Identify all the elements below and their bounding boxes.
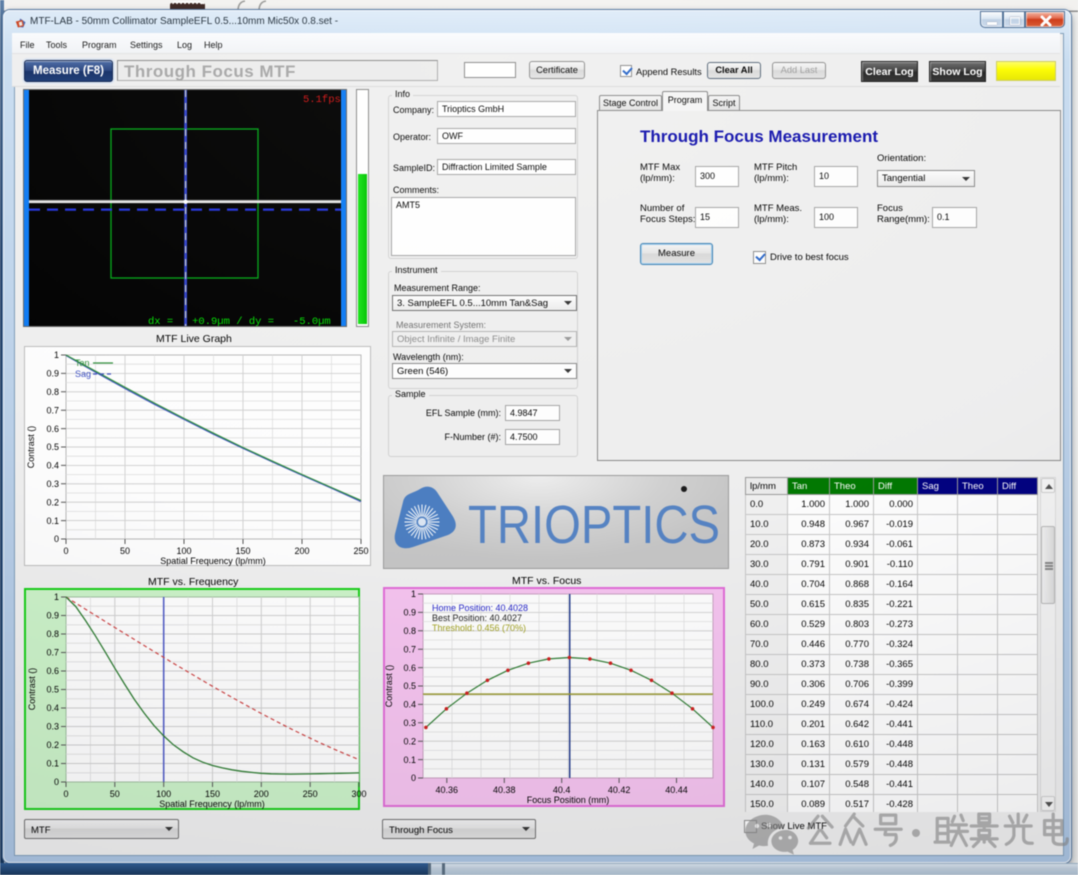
svg-text:0.7: 0.7 bbox=[403, 644, 416, 654]
svg-text:5.1fps: 5.1fps bbox=[303, 94, 341, 106]
svg-text:100: 100 bbox=[176, 546, 191, 556]
svg-text:40.38: 40.38 bbox=[493, 785, 516, 795]
svg-text:Spatial Frequency (lp/mm): Spatial Frequency (lp/mm) bbox=[160, 556, 266, 566]
svg-text:0.3: 0.3 bbox=[403, 718, 416, 728]
svg-text:0.6: 0.6 bbox=[46, 424, 59, 434]
svg-text:0: 0 bbox=[63, 546, 68, 556]
svg-text:Focus Position (mm): Focus Position (mm) bbox=[527, 795, 610, 805]
svg-text:0.3: 0.3 bbox=[46, 479, 59, 489]
svg-text:Sag: Sag bbox=[75, 369, 91, 379]
svg-text:0.5: 0.5 bbox=[46, 442, 59, 452]
svg-text:Spatial Frequency (lp/mm): Spatial Frequency (lp/mm) bbox=[159, 799, 265, 809]
svg-text:0: 0 bbox=[411, 773, 416, 783]
svg-text:50: 50 bbox=[110, 789, 120, 799]
svg-text:200: 200 bbox=[294, 546, 309, 556]
svg-text:250: 250 bbox=[303, 789, 318, 799]
svg-text:0: 0 bbox=[54, 534, 59, 544]
svg-text:dx = +0.9µm / dy = -5.0µm: dx = +0.9µm / dy = -5.0µm bbox=[148, 316, 331, 326]
svg-text:Home Position: 40.4028: Home Position: 40.4028 bbox=[432, 603, 528, 613]
svg-text:0.4: 0.4 bbox=[46, 461, 59, 471]
svg-text:0.8: 0.8 bbox=[46, 629, 59, 639]
svg-text:1: 1 bbox=[54, 592, 59, 602]
svg-text:300: 300 bbox=[351, 789, 366, 799]
svg-text:0.8: 0.8 bbox=[46, 387, 59, 397]
svg-text:Tan: Tan bbox=[75, 358, 90, 368]
svg-text:0.8: 0.8 bbox=[403, 626, 416, 636]
svg-text:40.36: 40.36 bbox=[436, 785, 459, 795]
svg-text:0.1: 0.1 bbox=[46, 516, 59, 526]
svg-text:0.9: 0.9 bbox=[403, 608, 416, 618]
svg-text:0.6: 0.6 bbox=[46, 666, 59, 676]
svg-text:0.6: 0.6 bbox=[403, 663, 416, 673]
svg-text:150: 150 bbox=[235, 546, 250, 556]
svg-text:0.4: 0.4 bbox=[403, 700, 416, 710]
svg-text:1: 1 bbox=[54, 350, 59, 360]
svg-text:Contrast (): Contrast () bbox=[26, 426, 36, 469]
svg-text:0.2: 0.2 bbox=[46, 497, 59, 507]
svg-text:Threshold: 0.456 (70%): Threshold: 0.456 (70%) bbox=[432, 623, 526, 633]
svg-text:0.1: 0.1 bbox=[403, 755, 416, 765]
svg-text:40.42: 40.42 bbox=[608, 785, 631, 795]
svg-text:0: 0 bbox=[54, 777, 59, 787]
svg-text:0.5: 0.5 bbox=[46, 685, 59, 695]
svg-text:0.9: 0.9 bbox=[46, 611, 59, 621]
svg-text:200: 200 bbox=[254, 789, 269, 799]
svg-text:0.2: 0.2 bbox=[46, 740, 59, 750]
svg-text:0.5: 0.5 bbox=[403, 681, 416, 691]
svg-text:0.4: 0.4 bbox=[46, 703, 59, 713]
svg-text:0: 0 bbox=[63, 789, 68, 799]
svg-text:0.7: 0.7 bbox=[46, 648, 59, 658]
svg-text:40.44: 40.44 bbox=[665, 785, 688, 795]
svg-text:250: 250 bbox=[353, 546, 368, 556]
svg-text:TRIOPTICS: TRIOPTICS bbox=[468, 495, 720, 555]
svg-text:Contrast (): Contrast () bbox=[384, 665, 394, 708]
svg-text:1: 1 bbox=[411, 589, 416, 599]
svg-text:0.3: 0.3 bbox=[46, 722, 59, 732]
svg-text:0.7: 0.7 bbox=[46, 405, 59, 415]
svg-text:Contrast (): Contrast () bbox=[27, 668, 37, 711]
svg-text:50: 50 bbox=[120, 546, 130, 556]
svg-text:100: 100 bbox=[156, 789, 171, 799]
svg-text:40.4: 40.4 bbox=[553, 785, 571, 795]
svg-text:0.1: 0.1 bbox=[46, 759, 59, 769]
svg-text:0.9: 0.9 bbox=[46, 369, 59, 379]
svg-text:Best Position: 40.4027: Best Position: 40.4027 bbox=[432, 613, 522, 623]
svg-text:0.2: 0.2 bbox=[403, 736, 416, 746]
svg-text:150: 150 bbox=[205, 789, 220, 799]
